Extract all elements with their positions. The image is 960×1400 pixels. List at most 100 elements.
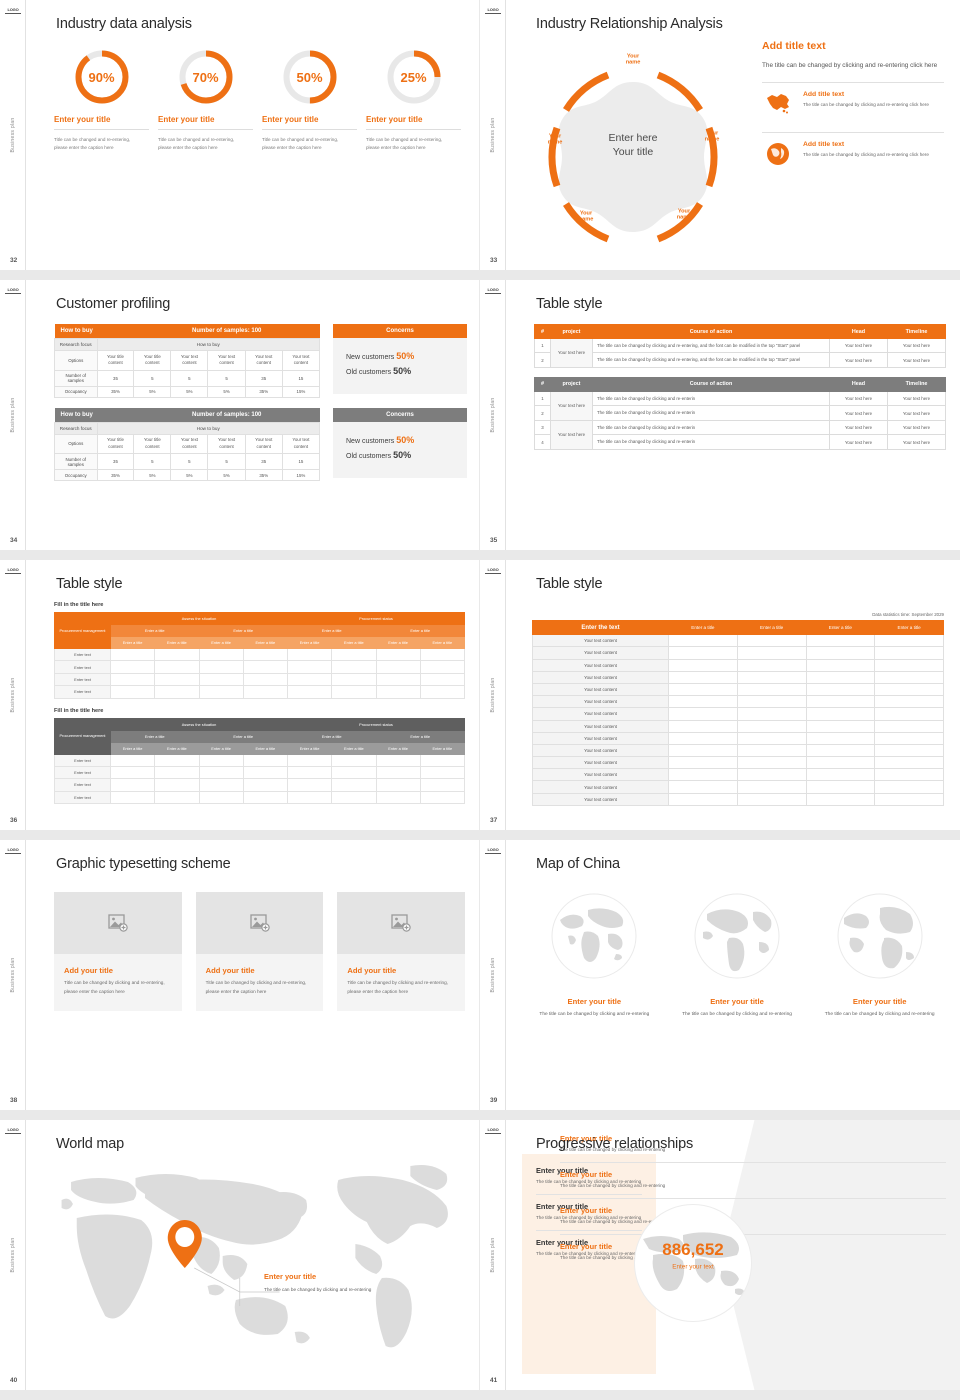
how-to-buy-table[interactable]: How to buy Number of samples: 100 Resear… xyxy=(54,324,321,398)
table-cell[interactable] xyxy=(736,682,807,697)
table-cell[interactable] xyxy=(331,753,377,767)
table-cell[interactable] xyxy=(331,790,377,805)
table-cell[interactable] xyxy=(154,660,200,674)
globe-card[interactable]: Enter your title The title can be change… xyxy=(671,888,804,1019)
table-row[interactable]: 2 The title can be changed by clicking a… xyxy=(534,352,946,368)
table-cell[interactable] xyxy=(736,780,807,794)
node-label-right-top[interactable]: Your name xyxy=(705,131,720,144)
table-cell[interactable] xyxy=(874,768,944,782)
table-cell[interactable] xyxy=(109,778,156,792)
table-row[interactable]: Your text content xyxy=(532,731,944,745)
table-cell[interactable] xyxy=(805,756,876,770)
globe-card[interactable]: Enter your title The title can be change… xyxy=(528,888,661,1019)
donut-card[interactable]: 90% Enter your title Title can be change… xyxy=(50,48,153,153)
table-cell[interactable] xyxy=(805,719,876,733)
table-row[interactable]: Your text content xyxy=(532,719,944,733)
table-cell[interactable] xyxy=(736,670,807,684)
table-cell[interactable] xyxy=(109,685,156,699)
table-row[interactable]: 2 The title can be changed by clicking a… xyxy=(534,405,946,421)
table-cell[interactable] xyxy=(668,658,738,672)
table-cell[interactable] xyxy=(198,672,244,687)
table-cell[interactable] xyxy=(375,672,421,687)
table-cell[interactable] xyxy=(668,634,738,648)
table-cell[interactable] xyxy=(874,634,944,648)
table-cell[interactable] xyxy=(419,660,466,674)
content-card[interactable]: Add your title Title can be changed by c… xyxy=(337,892,466,1011)
table-cell[interactable] xyxy=(331,672,377,687)
table-row[interactable]: 1 Your text here The title can be change… xyxy=(534,390,946,421)
table-cell[interactable] xyxy=(805,695,876,709)
slide-41[interactable]: LOGO Business plan 41 Enter your title T… xyxy=(480,1120,960,1400)
image-placeholder[interactable] xyxy=(54,892,182,954)
content-card[interactable]: Add your title Title can be changed by c… xyxy=(195,892,324,1011)
table-cell[interactable] xyxy=(805,768,876,782)
table-cell[interactable] xyxy=(874,719,944,733)
table-cell[interactable] xyxy=(154,778,200,792)
table-cell[interactable] xyxy=(874,731,944,745)
table-row[interactable]: Enter text xyxy=(54,753,466,767)
table-cell[interactable] xyxy=(286,778,333,792)
table-cell[interactable] xyxy=(331,685,377,699)
table-cell[interactable] xyxy=(419,790,466,805)
table-row[interactable]: Your text content xyxy=(532,646,944,660)
table-cell[interactable] xyxy=(375,790,421,805)
table-row[interactable]: Enter text xyxy=(54,685,466,699)
table-row[interactable]: Your text content xyxy=(532,768,944,782)
table-cell[interactable] xyxy=(198,753,244,767)
table-cell[interactable] xyxy=(419,672,466,687)
table-cell[interactable] xyxy=(668,719,738,733)
table-row[interactable]: Your text content xyxy=(532,743,944,758)
table-cell[interactable] xyxy=(286,672,333,687)
world-map[interactable]: China xyxy=(54,1160,471,1370)
table-cell[interactable] xyxy=(286,753,333,767)
table-cell[interactable] xyxy=(331,778,377,792)
right-item[interactable]: Enter your title The title can be change… xyxy=(560,1242,946,1270)
table-cell[interactable] xyxy=(109,753,156,767)
table-cell[interactable] xyxy=(874,756,944,770)
table-cell[interactable] xyxy=(286,647,333,662)
content-table[interactable]: Enter the text Enter a title Enter a tit… xyxy=(532,619,944,806)
table-cell[interactable] xyxy=(242,647,289,662)
table-cell[interactable] xyxy=(375,660,421,674)
table-cell[interactable] xyxy=(805,780,876,794)
procurement-table-gray[interactable]: Procurement management Assess the situat… xyxy=(54,717,466,805)
table-row[interactable]: Your text content xyxy=(532,756,944,770)
table-cell[interactable] xyxy=(805,743,876,758)
table-cell[interactable] xyxy=(668,756,738,770)
table-cell[interactable] xyxy=(154,685,200,699)
table-cell[interactable] xyxy=(805,658,876,672)
table-row[interactable]: Your text content xyxy=(532,695,944,709)
table-cell[interactable] xyxy=(668,780,738,794)
table-cell[interactable] xyxy=(242,660,289,674)
table-cell[interactable] xyxy=(419,765,466,780)
table-cell[interactable] xyxy=(286,765,333,780)
table-cell[interactable] xyxy=(198,765,244,780)
table-cell[interactable] xyxy=(874,780,944,794)
table-cell[interactable] xyxy=(154,753,200,767)
table-cell[interactable] xyxy=(198,778,244,792)
table-cell[interactable] xyxy=(736,695,807,709)
slide-37[interactable]: LOGO Business plan 37 Table style Data s… xyxy=(480,560,960,840)
table-row[interactable]: Your text content xyxy=(532,707,944,721)
donut-card[interactable]: 70% Enter your title Title can be change… xyxy=(154,48,257,153)
table-cell[interactable] xyxy=(154,647,200,662)
table-cell[interactable] xyxy=(286,790,333,805)
table-cell[interactable] xyxy=(736,707,807,721)
table-cell[interactable] xyxy=(375,765,421,780)
table-cell[interactable] xyxy=(736,719,807,733)
table-row[interactable]: Your text content xyxy=(532,682,944,697)
table-cell[interactable] xyxy=(874,658,944,672)
table-row[interactable]: Enter text xyxy=(54,647,466,662)
table-cell[interactable] xyxy=(874,646,944,660)
table-cell[interactable] xyxy=(805,707,876,721)
table-row[interactable]: Your text content xyxy=(532,670,944,684)
table-cell[interactable] xyxy=(375,778,421,792)
table-cell[interactable] xyxy=(419,685,466,699)
slide-35[interactable]: LOGO Business plan 35 Table style # proj… xyxy=(480,280,960,560)
table-cell[interactable] xyxy=(154,765,200,780)
panel-item[interactable]: Add title text The title can be changed … xyxy=(762,83,944,122)
table-cell[interactable] xyxy=(109,647,156,662)
table-cell[interactable] xyxy=(736,646,807,660)
table-row[interactable]: Enter text xyxy=(54,660,466,674)
table-cell[interactable] xyxy=(198,647,244,662)
